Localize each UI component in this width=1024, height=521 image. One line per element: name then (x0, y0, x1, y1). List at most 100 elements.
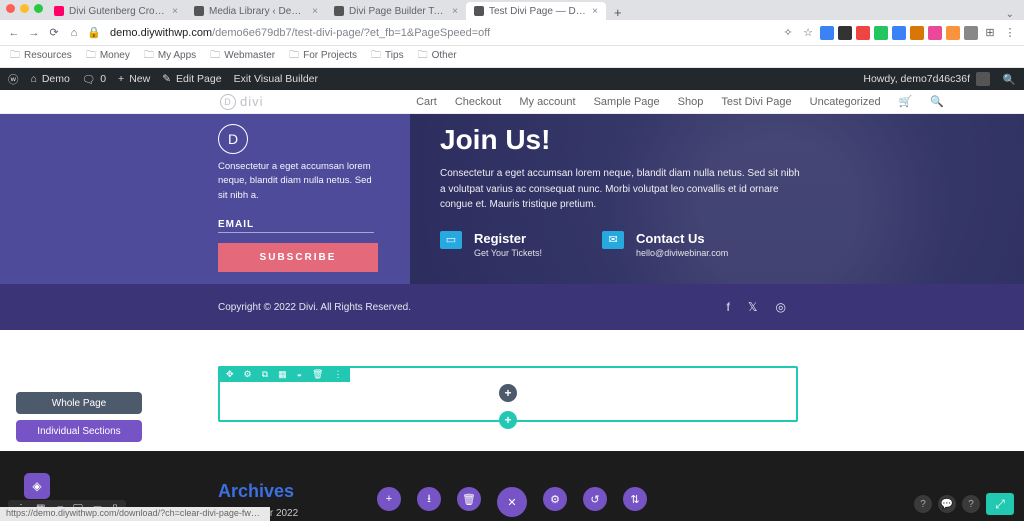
new-tab-button[interactable]: + (606, 5, 630, 20)
bookmark-folder[interactable]: Resources (10, 48, 72, 65)
bookmarks-bar: Resources Money My Apps Webmaster For Pr… (0, 46, 1024, 68)
bookmark-folder[interactable]: My Apps (144, 48, 196, 65)
history-icon[interactable]: ↺ (583, 487, 607, 511)
extension-icon[interactable] (964, 26, 978, 40)
email-field-underline[interactable] (218, 232, 374, 233)
nav-item[interactable]: Sample Page (594, 96, 660, 108)
site-header: Ddivi Cart Checkout My account Sample Pa… (0, 90, 1024, 114)
expand-button[interactable]: ⤢ (986, 493, 1014, 515)
close-window-icon[interactable] (6, 4, 15, 13)
download-icon[interactable]: ⭳ (417, 487, 441, 511)
wp-howdy[interactable]: Howdy, demo7d46c36f (863, 72, 990, 86)
close-tab-icon[interactable]: × (172, 6, 178, 17)
bookmark-folder[interactable]: For Projects (289, 48, 357, 65)
section-outline[interactable]: ✥ ⚙ ⧉ ▦ ◒ 🗑 ⋮ + + (218, 366, 798, 422)
save-icon[interactable]: ◒ (297, 370, 302, 379)
minimize-window-icon[interactable] (20, 4, 29, 13)
close-button[interactable]: ✕ (497, 487, 527, 517)
tab-title: Media Library ‹ Demo — Word (209, 6, 307, 17)
bookmark-folder[interactable]: Tips (371, 48, 404, 65)
puzzle-icon[interactable]: ⊞ (982, 26, 998, 39)
nav-item[interactable]: My account (519, 96, 575, 108)
twitter-icon[interactable]: 𝕏 (748, 300, 758, 314)
trash-icon[interactable]: 🗑 (312, 370, 323, 379)
bookmark-folder[interactable]: Webmaster (210, 48, 275, 65)
gear-icon[interactable]: ⚙ (543, 487, 567, 511)
extension-icon[interactable] (838, 26, 852, 40)
avatar (976, 72, 990, 86)
gear-icon[interactable]: ⚙ (244, 370, 252, 379)
blurb-title: Register (474, 231, 542, 246)
chat-icon[interactable]: 💬 (938, 495, 956, 513)
trash-icon[interactable]: 🗑 (457, 487, 481, 511)
move-icon[interactable]: ✥ (226, 370, 234, 379)
bookmark-folder[interactable]: Other (418, 48, 457, 65)
question-icon[interactable]: ? (962, 495, 980, 513)
facebook-icon[interactable]: f (727, 300, 730, 314)
portability-icon[interactable]: ⇅ (623, 487, 647, 511)
forward-icon[interactable]: → (26, 27, 42, 39)
wp-logo-icon[interactable]: ⓦ (8, 72, 19, 87)
star-icon[interactable]: ☆ (800, 26, 816, 39)
browser-tab[interactable]: Divi Page Builder Test | Demo× (326, 2, 466, 20)
nav-item[interactable]: Uncategorized (810, 96, 881, 108)
browser-tab-active[interactable]: Test Divi Page — Demo × (466, 2, 606, 20)
blurb-row: ▭ RegisterGet Your Tickets! ✉ Contact Us… (440, 231, 984, 258)
instagram-icon[interactable]: ◎ (776, 300, 786, 314)
wp-admin-bar: ⓦ ⌂ Demo 🗨 0 + New ✎ Edit Page Exit Visu… (0, 68, 1024, 90)
tab-title: Test Divi Page — Demo (489, 6, 587, 17)
share-icon[interactable]: ✧ (780, 26, 796, 39)
nav-item[interactable]: Cart (416, 96, 437, 108)
wp-exit-builder-link[interactable]: Exit Visual Builder (234, 73, 318, 85)
individual-sections-button[interactable]: Individual Sections (16, 420, 142, 442)
wp-new-link[interactable]: + New (118, 73, 150, 85)
duplicate-icon[interactable]: ⧉ (262, 370, 268, 379)
extension-icon[interactable] (856, 26, 870, 40)
browser-tab[interactable]: Media Library ‹ Demo — Word × (186, 2, 326, 20)
add-button[interactable]: + (377, 487, 401, 511)
hero-headline: Join Us! (440, 124, 984, 156)
site-logo[interactable]: Ddivi (220, 94, 264, 110)
extension-icon[interactable] (874, 26, 888, 40)
chevron-down-icon[interactable]: ⌄ (1002, 9, 1018, 20)
menu-icon[interactable]: ⋮ (1002, 26, 1018, 39)
bookmark-folder[interactable]: Money (86, 48, 130, 65)
back-icon[interactable]: ← (6, 27, 22, 39)
nav-item[interactable]: Checkout (455, 96, 501, 108)
extension-icon[interactable] (892, 26, 906, 40)
tab-title: Divi Gutenberg Cross-Domain (69, 6, 167, 17)
cart-icon[interactable]: 🛒 (899, 95, 913, 108)
whole-page-button[interactable]: Whole Page (16, 392, 142, 414)
maximize-window-icon[interactable] (34, 4, 43, 13)
extension-icon[interactable] (946, 26, 960, 40)
wp-comments-link[interactable]: 🗨 0 (82, 73, 106, 86)
extension-icon[interactable] (910, 26, 924, 40)
close-tab-icon[interactable]: × (592, 6, 598, 17)
extension-icon[interactable] (928, 26, 942, 40)
nav-item[interactable]: Test Divi Page (721, 96, 791, 108)
browser-tab[interactable]: Divi Gutenberg Cross-Domain × (46, 2, 186, 20)
wp-site-link[interactable]: ⌂ Demo (31, 73, 70, 85)
status-bar: https://demo.diywithwp.com/download/?ch=… (0, 507, 270, 521)
add-row-button[interactable]: + (499, 384, 517, 402)
search-icon[interactable]: 🔍 (930, 95, 944, 108)
builder-canvas: Whole Page Individual Sections ✥ ⚙ ⧉ ▦ ◒… (0, 330, 1024, 451)
reload-icon[interactable]: ⟳ (46, 26, 62, 39)
add-section-button[interactable]: + (499, 411, 517, 429)
close-tab-icon[interactable]: × (312, 6, 318, 17)
address-bar[interactable]: demo.diywithwp.com/demo6e679db7/test-div… (106, 27, 776, 39)
site-footer: Copyright © 2022 Divi. All Rights Reserv… (0, 284, 1024, 330)
layers-fab-icon[interactable]: ◈ (24, 473, 50, 499)
favicon-icon (334, 6, 344, 16)
wp-edit-page-link[interactable]: ✎ Edit Page (162, 73, 221, 85)
help-icon[interactable]: ? (914, 495, 932, 513)
close-tab-icon[interactable]: × (452, 6, 458, 17)
subscribe-button[interactable]: SUBSCRIBE (218, 243, 378, 272)
extension-icon[interactable] (820, 26, 834, 40)
nav-item[interactable]: Shop (678, 96, 704, 108)
more-icon[interactable]: ⋮ (333, 370, 342, 379)
section-toolbar: ✥ ⚙ ⧉ ▦ ◒ 🗑 ⋮ (218, 366, 350, 382)
search-icon[interactable]: 🔍 (1002, 73, 1016, 86)
home-icon[interactable]: ⌂ (66, 27, 82, 39)
columns-icon[interactable]: ▦ (278, 370, 287, 379)
